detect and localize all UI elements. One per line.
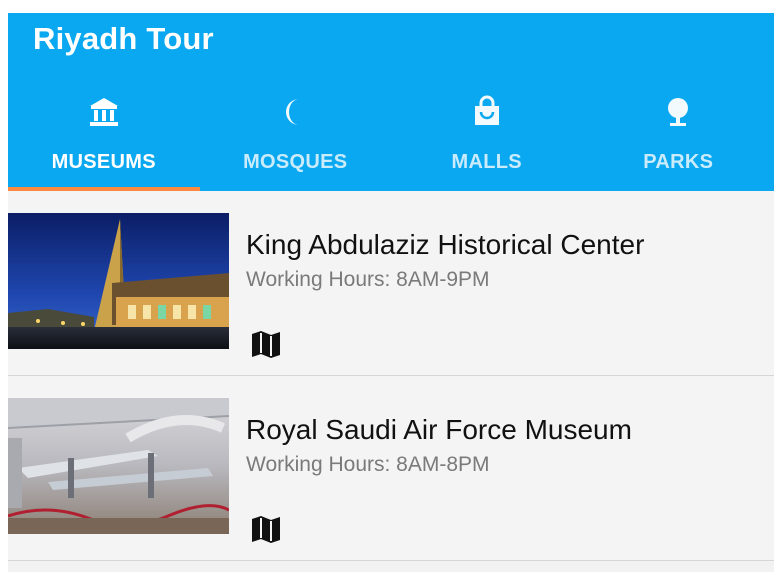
working-hours: Working Hours: 8AM-8PM [246,453,490,476]
category-tabs: MUSEUMS MOSQUES MALLS PARKS [8,91,774,191]
working-hours: Working Hours: 8AM-9PM [246,268,490,291]
tree-icon [668,98,689,126]
tab-label: MALLS [451,151,522,173]
place-thumbnail [8,213,229,349]
tab-mosques[interactable]: MOSQUES [200,91,392,191]
tab-museums[interactable]: MUSEUMS [8,91,200,191]
place-thumbnail [8,398,229,534]
app-title: Riyadh Tour [33,21,214,56]
app-screen: Riyadh Tour MUSEUMS MOSQUES MALLS PARKS … [8,13,774,572]
place-name: Royal Saudi Air Force Museum [246,414,632,445]
map-icon [252,516,280,543]
tab-malls[interactable]: MALLS [391,91,583,191]
app-bar: Riyadh Tour MUSEUMS MOSQUES MALLS PARKS [8,13,774,191]
museum-icon [89,98,118,126]
shopping-bag-icon [474,95,499,125]
list-item[interactable]: King Abdulaziz Historical Center Working… [8,191,774,376]
tab-parks[interactable]: PARKS [583,91,775,191]
map-icon [252,331,280,358]
place-name: King Abdulaziz Historical Center [246,229,645,260]
tab-label: MUSEUMS [51,151,156,173]
tab-label: MOSQUES [243,151,348,173]
map-button[interactable] [249,327,283,361]
map-button[interactable] [249,512,283,546]
crescent-moon-icon [286,99,300,125]
list-item[interactable]: Royal Saudi Air Force Museum Working Hou… [8,376,774,561]
tab-label: PARKS [643,151,714,173]
places-list: King Abdulaziz Historical Center Working… [8,191,774,561]
